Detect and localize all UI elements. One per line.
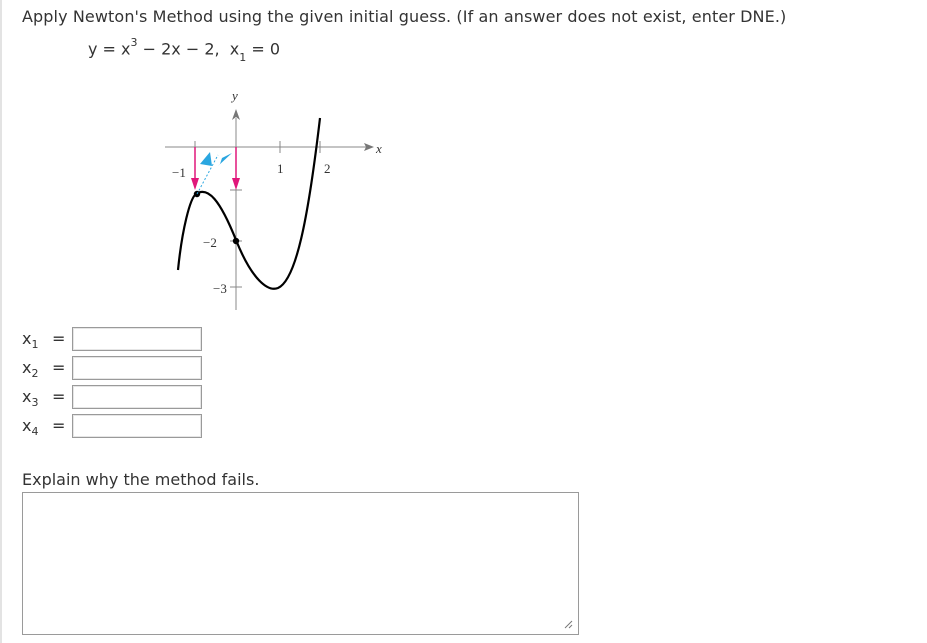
equation-x-value: = 0 (246, 39, 280, 59)
x-tick-label-neg1: −1 (172, 165, 186, 180)
x-tick-label-2: 2 (324, 161, 331, 176)
equals-sign: = (52, 358, 66, 377)
equation-lhs: y = x (88, 39, 131, 59)
answer-label-x1: x1 (22, 329, 39, 352)
cubic-curve (176, 117, 322, 290)
equals-sign: = (52, 416, 66, 435)
answer-label-x3: x3 (22, 387, 39, 410)
answer-label-x4: x4 (22, 416, 39, 439)
newton-graph: y x −1 1 2 −2 −3 (165, 88, 382, 310)
explain-label: Explain why the method fails. (22, 470, 260, 489)
tangent-arrow-right-icon (218, 153, 232, 166)
iterate-point-right (232, 237, 240, 245)
resize-grip-icon[interactable] (563, 619, 573, 629)
y-tick-label-neg2: −2 (203, 235, 217, 250)
x2-input[interactable] (72, 356, 202, 380)
y-tick-label-neg3: −3 (213, 281, 227, 296)
drop-arrow-left-icon (191, 178, 199, 190)
equation: y = x3 − 2x − 2, x1 = 0 (88, 36, 280, 64)
answer-label-x2: x2 (22, 358, 39, 381)
y-axis-label: y (230, 88, 238, 103)
equation-rest: − 2x − 2, (137, 39, 220, 59)
drop-arrow-right-icon (232, 178, 240, 190)
left-border (0, 0, 2, 643)
equals-sign: = (52, 387, 66, 406)
instructions-text: Apply Newton's Method using the given in… (22, 7, 787, 26)
equals-sign: = (52, 329, 66, 348)
x4-input[interactable] (72, 414, 202, 438)
equation-x-var: x (229, 39, 240, 59)
x1-input[interactable] (72, 327, 202, 351)
x-tick-label-1: 1 (277, 161, 284, 176)
equation-x-sub: 1 (239, 50, 247, 64)
x3-input[interactable] (72, 385, 202, 409)
equation-exponent: 3 (130, 36, 138, 49)
x-axis-label: x (375, 141, 382, 156)
explain-textarea[interactable] (22, 492, 579, 635)
tangent-arrow-up-icon (200, 152, 212, 166)
